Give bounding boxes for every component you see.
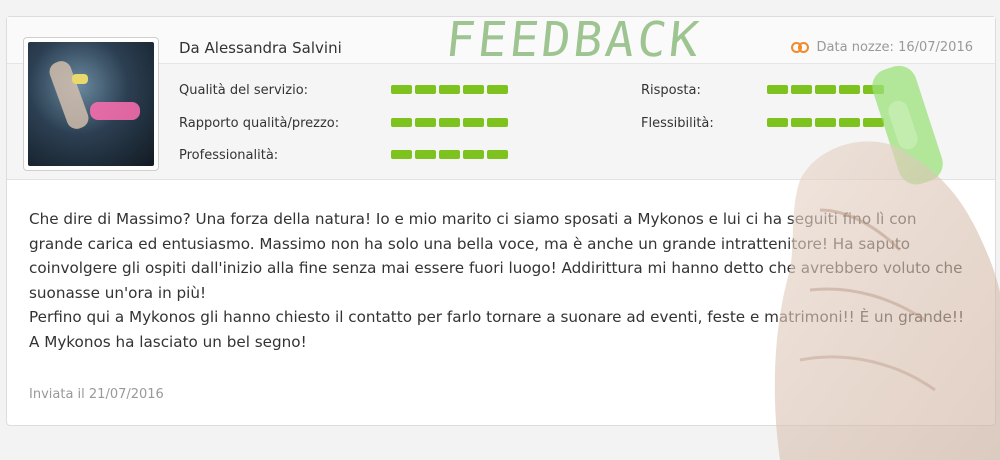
avatar[interactable]	[23, 37, 159, 171]
wedding-rings-icon	[790, 41, 811, 54]
review-text: Che dire di Massimo? Una forza della nat…	[29, 207, 969, 354]
review-sent-date: Inviata il 21/07/2016	[29, 387, 164, 402]
wedding-date-text: Data nozze: 16/07/2016	[816, 40, 973, 55]
rating-label-professionalism: Professionalità:	[179, 148, 279, 163]
rating-bar-value	[391, 118, 508, 127]
rating-bar-professionalism	[391, 150, 508, 159]
rating-label-flexibility: Flessibilità:	[641, 116, 714, 131]
wedding-date: Data nozze: 16/07/2016	[790, 40, 973, 55]
rating-label-quality: Qualità del servizio:	[179, 83, 309, 98]
feedback-overlay-title: FEEDBACK	[443, 12, 705, 68]
review-paragraph: Che dire di Massimo? Una forza della nat…	[29, 210, 963, 302]
review-card: Da Alessandra Salvini Data nozze: 16/07/…	[6, 16, 996, 426]
rating-label-value: Rapporto qualità/prezzo:	[179, 116, 340, 131]
review-paragraph: Perfino qui a Mykonos gli hanno chiesto …	[29, 308, 965, 351]
rating-bar-flexibility	[767, 118, 884, 127]
rating-label-response: Risposta:	[641, 83, 701, 98]
avatar-photo	[28, 42, 154, 166]
rating-bar-response	[767, 85, 884, 94]
review-author: Da Alessandra Salvini	[179, 39, 342, 57]
rating-bar-quality	[391, 85, 508, 94]
